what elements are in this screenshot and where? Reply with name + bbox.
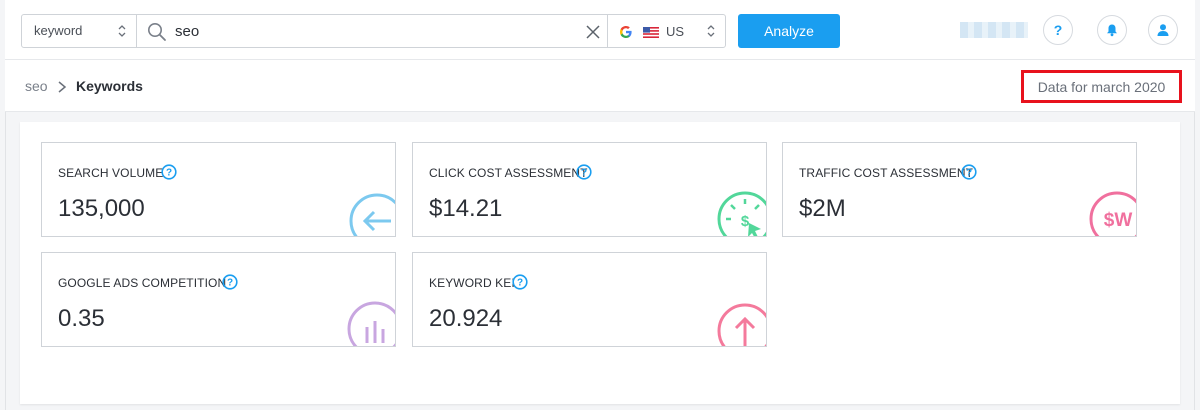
- metric-card-traffic-cost: TRAFFIC COST ASSESSMENT ? $2M $W: [782, 142, 1137, 237]
- breadcrumb-bar: seo Keywords Data for march 2020: [5, 60, 1195, 112]
- help-icon[interactable]: ?: [512, 274, 528, 290]
- chevron-right-icon: [58, 81, 67, 93]
- us-flag-icon: [643, 27, 659, 38]
- search-type-value: keyword: [34, 23, 83, 38]
- google-icon: [620, 26, 632, 38]
- search-icon: [148, 23, 166, 41]
- metrics-panel: SEARCH VOLUME ? 135,000 CLICK COST ASSES…: [20, 122, 1180, 404]
- bell-icon: [1107, 24, 1117, 37]
- search-input[interactable]: [175, 20, 555, 42]
- help-icon[interactable]: ?: [161, 164, 177, 180]
- metric-card-click-cost: CLICK COST ASSESSMENT ? $14.21 $: [412, 142, 767, 237]
- help-icon[interactable]: ?: [222, 274, 238, 290]
- help-button[interactable]: ?: [1043, 15, 1073, 45]
- select-arrows-icon: [118, 25, 126, 37]
- svg-text:?: ?: [966, 168, 972, 179]
- bar-chart-icon: [347, 301, 395, 346]
- svg-text:?: ?: [517, 278, 523, 289]
- svg-text:?: ?: [227, 278, 233, 289]
- user-icon: [1157, 24, 1169, 36]
- metric-label: SEARCH VOLUME: [58, 166, 164, 180]
- metric-label: GOOGLE ADS COMPETITION: [58, 276, 227, 290]
- metric-value: 135,000: [58, 195, 145, 222]
- metric-label: CLICK COST ASSESSMENT: [429, 166, 588, 180]
- metric-card-keyword-kei: KEYWORD KEI ? 20.924: [412, 252, 767, 347]
- help-icon[interactable]: ?: [576, 164, 592, 180]
- country-select[interactable]: US: [607, 14, 726, 48]
- metric-label: TRAFFIC COST ASSESSMENT: [799, 166, 974, 180]
- arrow-left-icon: [349, 193, 395, 236]
- traffic-cost-icon: $W: [1089, 191, 1136, 236]
- search-box: [136, 14, 608, 48]
- top-search-bar: keyword US: [5, 0, 1195, 60]
- arrow-up-icon: [717, 303, 766, 346]
- click-cost-icon: $: [717, 191, 766, 236]
- metric-label: KEYWORD KEI: [429, 276, 515, 290]
- click-cost-icon-text: $: [741, 213, 750, 230]
- country-code: US: [666, 24, 685, 39]
- analyze-button[interactable]: Analyze: [738, 14, 840, 48]
- notifications-button[interactable]: [1097, 15, 1127, 45]
- metric-card-ads-competition: GOOGLE ADS COMPETITION ? 0.35: [41, 252, 396, 347]
- help-icon: ?: [1053, 22, 1063, 38]
- clear-icon[interactable]: [585, 24, 601, 40]
- metric-value: 0.35: [58, 305, 105, 332]
- user-name-blurred: [960, 22, 1028, 38]
- metric-value: $2M: [799, 195, 846, 222]
- help-icon[interactable]: ?: [961, 164, 977, 180]
- breadcrumb-current: Keywords: [76, 78, 143, 94]
- data-date-label: Data for march 2020: [1021, 70, 1182, 103]
- traffic-cost-icon-text: $W: [1104, 210, 1133, 231]
- metric-card-search-volume: SEARCH VOLUME ? 135,000: [41, 142, 396, 237]
- metric-value: $14.21: [429, 195, 503, 222]
- account-button[interactable]: [1148, 15, 1178, 45]
- select-arrows-icon: [707, 25, 715, 37]
- svg-text:?: ?: [166, 168, 172, 179]
- breadcrumb-root-link[interactable]: seo: [25, 78, 48, 94]
- svg-text:?: ?: [581, 168, 587, 179]
- search-type-select[interactable]: keyword: [21, 14, 137, 48]
- metric-value: 20.924: [429, 305, 503, 332]
